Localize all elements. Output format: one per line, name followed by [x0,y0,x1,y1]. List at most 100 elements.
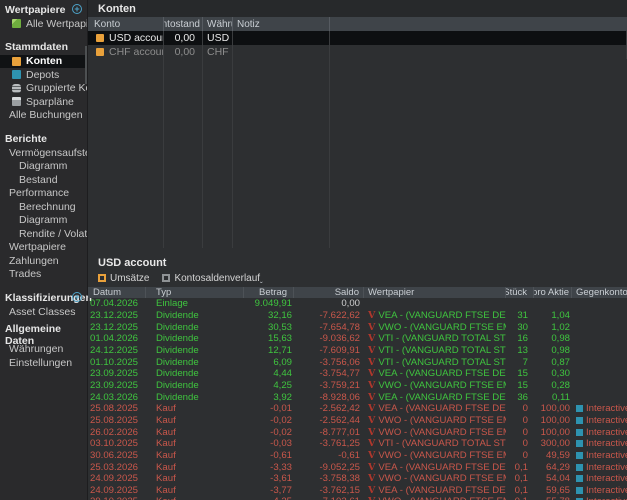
column-header-saldo[interactable]: Saldo [294,287,364,298]
tx-amount-cell: -3,61 [244,473,294,485]
add-wertpapiere-button[interactable]: + [72,4,82,14]
column-header-typ[interactable]: Typ [146,287,244,298]
sidebar-item-bestand[interactable]: Bestand [0,173,87,187]
tx-balance-cell: -3.762,15 [294,485,364,497]
tx-balance-cell: -8.928,06 [294,391,364,403]
section-label: Wertpapiere [5,4,66,16]
sidebar-section-wertpapiere: Wertpapiere + Alle Wertpapiere [0,2,87,31]
transaction-row[interactable]: 23.09.2025Dividende4,44-3.754,77VVEA - (… [88,368,627,380]
account-row[interactable]: CHF account0,00CHF [88,45,627,59]
column-header-pro-aktie[interactable]: pro Aktie [534,287,572,298]
sidebar-item-trades[interactable]: Trades [0,268,87,282]
security-name: VWO - (VANGUARD FTSE EMER… [378,427,506,438]
transaction-row[interactable]: 23.09.2025Dividende4,25-3.759,21VVWO - (… [88,380,627,392]
vanguard-icon: V [368,368,375,379]
column-header-datum[interactable]: Datum [90,287,146,298]
sidebar-item-asset-classes[interactable]: Asset Classes [0,305,87,319]
transaction-row[interactable]: 03.10.2025Kauf-0,03-3.761,25VVTI - (VANG… [88,438,627,450]
tx-type-cell: Dividende [146,368,244,380]
tx-offset-account-cell: Interactive … [572,496,627,500]
tx-offset-account-cell [572,298,627,310]
transaction-row[interactable]: 01.10.2025Dividende6,09-3.756,06VVTI - (… [88,356,627,368]
transaction-row[interactable]: 24.09.2025Kauf-3,77-3.762,15VVEA - (VANG… [88,485,627,497]
tx-date-cell: 23.12.2025 [90,310,146,322]
account-balance-cell: 0,00 [164,45,203,59]
transaction-row[interactable]: 26.02.2026Kauf-0,02-8.777,01VVWO - (VANG… [88,426,627,438]
column-header-w-hrur[interactable]: Währur [203,17,233,31]
tx-amount-cell: 4,25 [244,380,294,392]
transaction-row[interactable]: 24.09.2025Kauf-3,61-3.758,38VVWO - (VANG… [88,473,627,485]
sidebar-item-label: Performance [9,187,69,199]
transaction-row[interactable]: 23.12.2025Dividende32,16-7.622,62VVEA - … [88,310,627,322]
transaction-row[interactable]: 07.04.2026Einlage9.049,910,00 [88,298,627,310]
transaction-row[interactable]: 29.10.2025Kauf-4,25-7.102,61VVWO - (VANG… [88,496,627,500]
sidebar-item-gruppierte-konten[interactable]: Gruppierte Konten [0,82,87,96]
tx-per-share-cell: 0,87 [534,356,572,368]
sort-arrow-icon[interactable]: ˇ [260,283,263,289]
sidebar-item-sparpl-ne[interactable]: Sparpläne [0,95,87,109]
vanguard-icon: V [368,473,375,484]
sidebar-item-depots[interactable]: Depots [0,68,87,82]
transaction-row[interactable]: 30.06.2025Kauf-0,61-0,61VVWO - (VANGUARD… [88,450,627,462]
sidebar-item-zahlungen[interactable]: Zahlungen [0,254,87,268]
security-name: VWO - (VANGUARD FTSE EMER… [378,380,506,391]
tx-date-cell: 24.09.2025 [90,473,146,485]
transaction-row[interactable]: 25.08.2025Kauf-0,02-2.562,44VVWO - (VANG… [88,415,627,427]
sidebar-item-label: Konten [26,55,62,67]
tx-per-share-cell: 1,04 [534,310,572,322]
tab-kontosaldenverlauf[interactable]: Kontosaldenverlauf [162,273,260,284]
tx-date-cell: 25.08.2025 [90,415,146,427]
add-klassifizierungen-button[interactable]: + [72,292,82,302]
column-header-gegenkonto[interactable]: Gegenkonto [572,287,627,298]
transaction-row[interactable]: 01.04.2026Dividende15,63-9.036,62VVTI - … [88,333,627,345]
column-header-notiz[interactable]: Notiz [233,17,330,31]
security-name: VTI - (VANGUARD TOTAL STOC… [378,438,506,449]
tab-ums-tze[interactable]: Umsätze [98,273,149,284]
sidebar-section-allgemeine-daten: Allgemeine DatenWährungenEinstellungen [0,328,87,370]
transaction-row[interactable]: 25.08.2025Kauf-0,01-2.562,42VVEA - (VANG… [88,403,627,415]
sidebar-item-wertpapiere[interactable]: Wertpapiere [0,241,87,255]
tx-per-share-cell: 0,28 [534,380,572,392]
tab-label: Kontosaldenverlauf [174,273,260,284]
sidebar-item-alle-buchungen[interactable]: Alle Buchungen [0,109,87,123]
tx-offset-account-cell: Interactive … [572,473,627,485]
tx-amount-cell: -0,02 [244,426,294,438]
sidebar-item-performance[interactable]: Performance [0,187,87,201]
sidebar-item-label: Berechnung [19,201,76,213]
sidebar-item-berechnung[interactable]: Berechnung [0,200,87,214]
account-row[interactable]: USD account0,00USD [88,31,627,45]
sidebar-item-rendite-volatilit-t[interactable]: Rendite / Volatilität [0,227,87,241]
sidebar-item-alle-wertpapiere[interactable]: Alle Wertpapiere [0,17,87,31]
tx-amount-cell: -0,02 [244,415,294,427]
tx-type-cell: Dividende [146,333,244,345]
tx-shares-cell: 16 [506,333,534,345]
tx-type-cell: Dividende [146,380,244,392]
transaction-row[interactable]: 24.03.2026Dividende3,92-8.928,06VVEA - (… [88,391,627,403]
transaction-row[interactable]: 23.12.2025Dividende30,53-7.654,78VVWO - … [88,321,627,333]
transaction-row[interactable]: 24.12.2025Dividende12,71-7.609,91VVTI - … [88,345,627,357]
tx-amount-cell: -3,33 [244,461,294,473]
sidebar-item-diagramm[interactable]: Diagramm [0,214,87,228]
sidebar-item-konten[interactable]: Konten [0,55,87,69]
sidebar-scrollbar[interactable] [85,46,87,84]
security-name: VWO - (VANGUARD FTSE EMER… [378,322,506,333]
transaction-row[interactable]: 25.03.2026Kauf-3,33-9.052,25VVEA - (VANG… [88,461,627,473]
offset-account-name: Interactive … [586,450,627,461]
tx-per-share-cell: 300,00 [534,438,572,450]
tx-security-cell: VVWO - (VANGUARD FTSE EMER… [364,473,506,485]
sidebar-item-diagramm[interactable]: Diagramm [0,160,87,174]
tx-security-cell: VVEA - (VANGUARD FTSE DEVEL… [364,403,506,415]
column-header-betrag[interactable]: Betrag [244,287,294,298]
sidebar-item-verm-gensaufstellung[interactable]: Vermögensaufstellung [0,146,87,160]
column-header-ontostand[interactable]: ontostand [164,17,203,31]
tx-security-cell: VVWO - (VANGUARD FTSE EMER… [364,321,506,333]
sidebar-item-einstellungen[interactable]: Einstellungen [0,356,87,370]
account-icon [96,34,104,42]
column-header-wertpapier[interactable]: Wertpapier [364,287,506,298]
column-header-st-ck[interactable]: Stück [506,287,534,298]
tx-date-cell: 23.09.2025 [90,368,146,380]
column-header-konto[interactable]: Konto [90,17,164,31]
account-note-cell [233,45,330,59]
tx-balance-cell: -9.036,62 [294,333,364,345]
tx-offset-account-cell: Interactive … [572,485,627,497]
